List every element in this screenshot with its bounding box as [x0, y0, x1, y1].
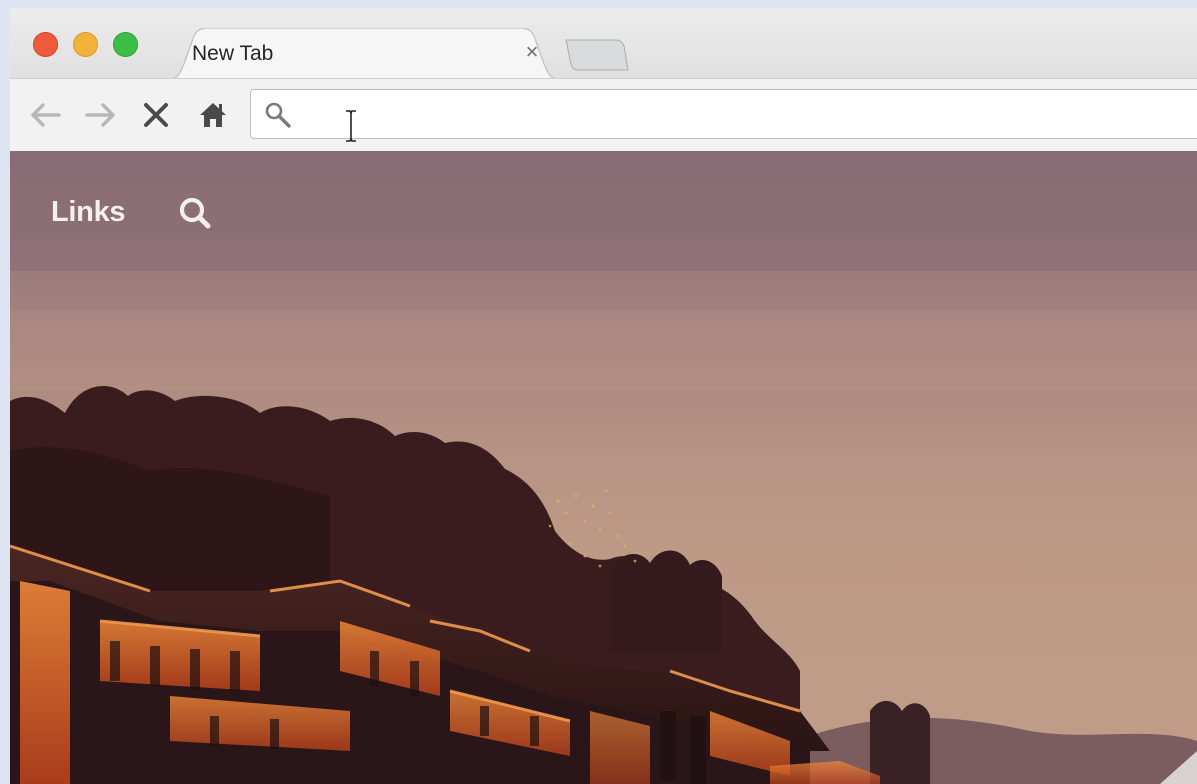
home-icon [200, 103, 226, 127]
tab-strip: New Tab × [10, 8, 1197, 80]
back-button[interactable] [28, 98, 62, 132]
zoom-window-button[interactable] [113, 32, 138, 57]
back-arrow-icon [31, 103, 61, 127]
new-tab-page: Links [10, 151, 1197, 784]
address-bar[interactable] [250, 89, 1197, 142]
background-photo [10, 151, 1197, 784]
stop-button[interactable] [139, 98, 173, 132]
text-cursor-icon [346, 110, 356, 142]
browser-toolbar [10, 78, 1197, 152]
stop-icon [144, 103, 168, 127]
address-input[interactable] [301, 98, 1185, 132]
new-tab-button[interactable] [564, 38, 630, 72]
close-window-button[interactable] [33, 32, 58, 57]
tab-close-icon[interactable]: × [520, 39, 544, 64]
links-nav-item[interactable]: Links [51, 196, 126, 229]
search-icon[interactable] [177, 195, 213, 231]
window-controls [33, 32, 138, 57]
browser-window: New Tab × Links [10, 8, 1197, 784]
forward-button[interactable] [84, 98, 118, 132]
home-button[interactable] [196, 98, 230, 132]
tab-new-tab[interactable]: New Tab × [164, 28, 564, 80]
tab-title: New Tab [192, 42, 274, 65]
search-icon [265, 102, 291, 128]
minimize-window-button[interactable] [73, 32, 98, 57]
forward-arrow-icon [85, 103, 115, 127]
